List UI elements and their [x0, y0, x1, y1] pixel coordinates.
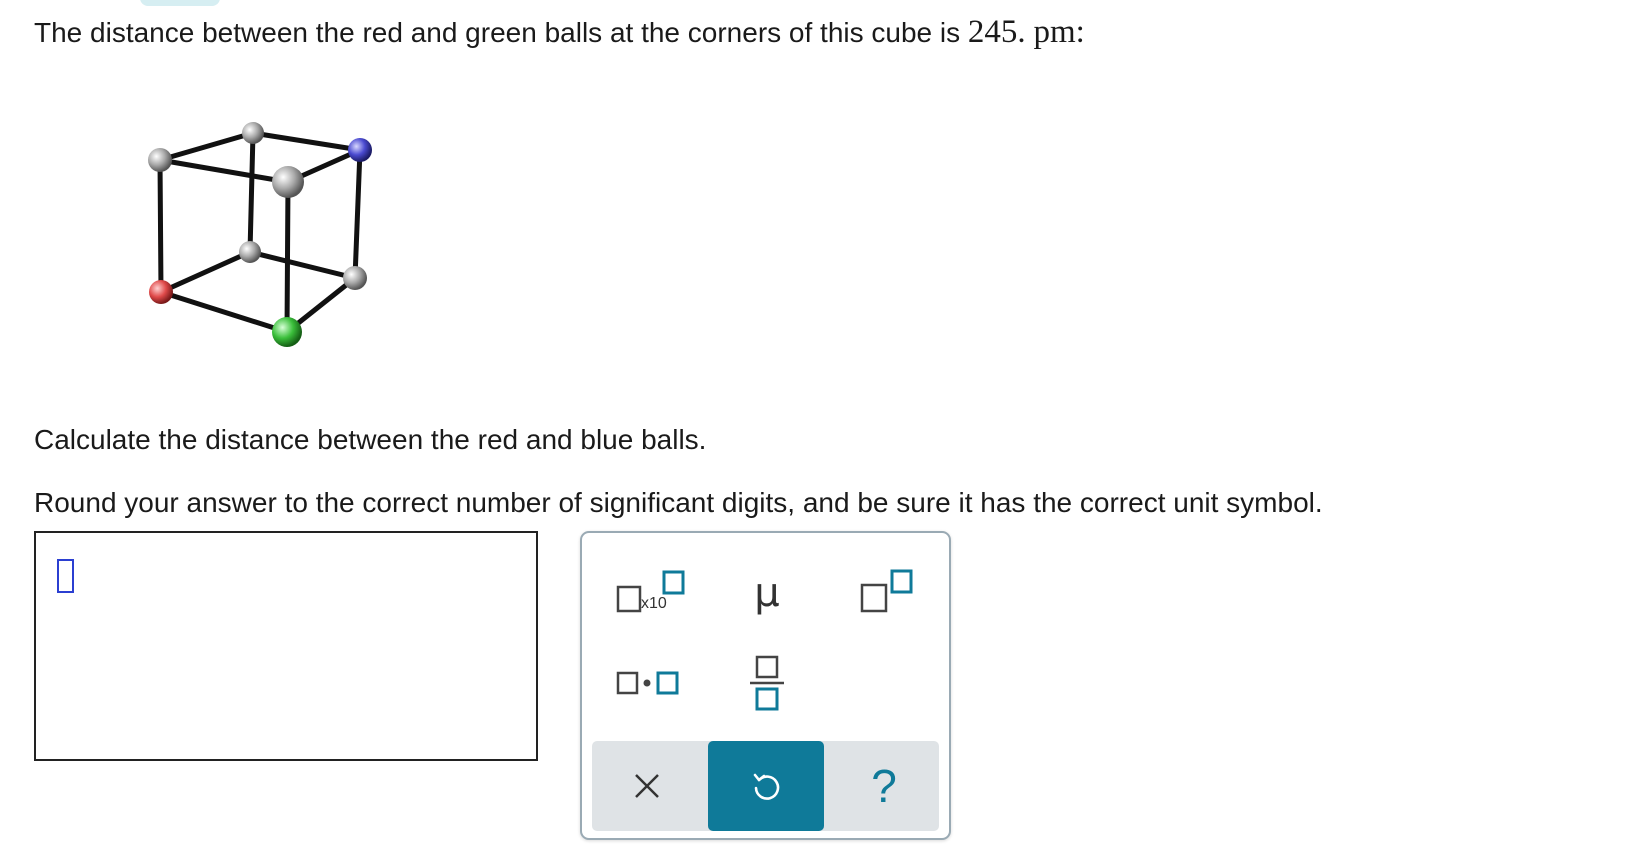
question-text: The distance between the red and green b… — [34, 14, 1085, 51]
clear-button[interactable] — [592, 741, 702, 831]
close-icon — [635, 774, 659, 798]
math-palette: x10 μ ? — [580, 531, 951, 840]
mu-icon: μ — [754, 570, 780, 616]
help-button[interactable]: ? — [829, 741, 939, 831]
fraction-icon — [750, 655, 784, 711]
cube-diagram — [148, 122, 372, 347]
superscript-button[interactable] — [842, 563, 932, 623]
question-colon: : — [1075, 14, 1085, 50]
answer-input[interactable] — [34, 531, 538, 761]
blue-ball — [348, 138, 372, 162]
gray-ball — [242, 122, 264, 144]
gray-ball — [343, 266, 367, 290]
gray-ball — [239, 241, 261, 263]
mu-button[interactable]: μ — [722, 563, 812, 623]
top-tab-indicator — [140, 0, 220, 6]
green-ball — [272, 317, 302, 347]
palette-action-bar: ? — [592, 741, 939, 831]
x10-label: x10 — [641, 595, 667, 612]
scientific-notation-button[interactable]: x10 — [602, 563, 692, 623]
multiply-dot-button[interactable] — [602, 653, 692, 713]
question-prefix: The distance between the red and green b… — [34, 17, 961, 48]
distance-unit: pm — [1033, 14, 1076, 50]
calculate-instruction: Calculate the distance between the red a… — [34, 424, 707, 455]
input-cursor — [57, 559, 74, 593]
help-icon: ? — [871, 760, 897, 812]
fraction-button[interactable] — [722, 643, 812, 723]
undo-button[interactable] — [708, 741, 824, 831]
gray-ball — [148, 148, 172, 172]
superscript-icon — [860, 569, 913, 613]
red-ball — [149, 280, 173, 304]
gray-ball — [272, 166, 304, 198]
distance-value: 245. — [967, 14, 1026, 50]
rounding-instruction: Round your answer to the correct number … — [34, 487, 1323, 518]
x10-button-icon: x10 — [616, 570, 685, 613]
undo-icon — [753, 773, 780, 800]
cube-edges — [157, 130, 363, 335]
multiply-dot-icon — [616, 671, 679, 695]
